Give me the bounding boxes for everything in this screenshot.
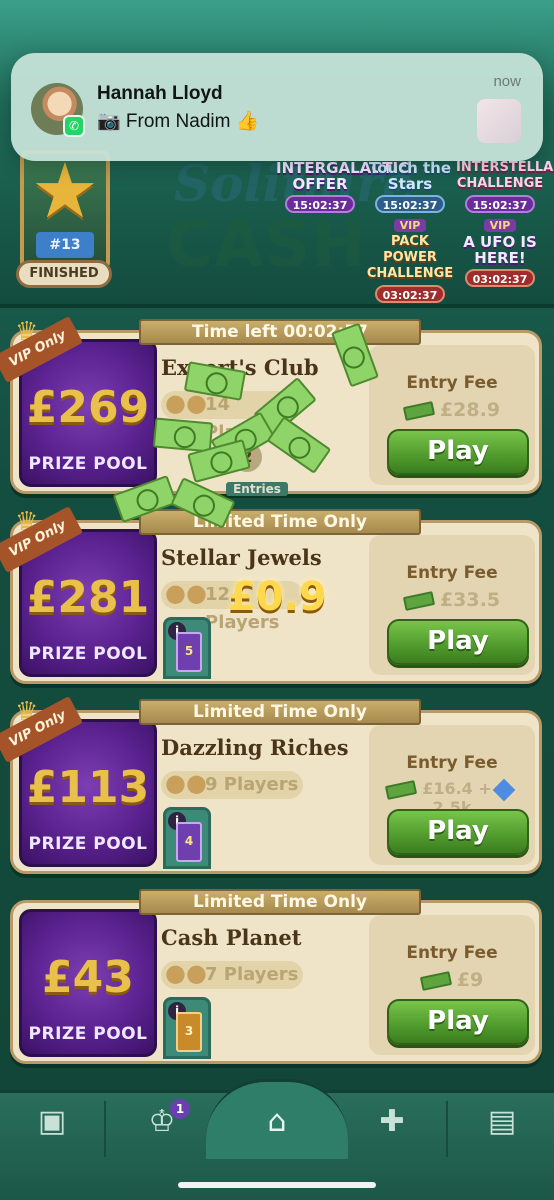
shop-icon: ▣ [37,1104,67,1139]
tournament-card-cash-planet[interactable]: £43 PRIZE POOL Limited Time Only Cash Pl… [10,889,542,1064]
nav-trophy[interactable]: ♔ 1 [110,1099,214,1157]
ticket-info-badge[interactable]: i 5 [163,617,211,679]
event-timer: 03:02:37 [375,285,445,303]
prize-pool-label: PRIZE POOL [28,644,148,664]
prize-pool-label: PRIZE POOL [28,1024,148,1044]
earned-amount: £0.9 [228,574,327,620]
vip-tag: VIP [393,219,427,232]
star-icon: ★ [30,146,100,235]
entry-fee-amount: £33.5 [439,589,501,611]
event-timer: 15:02:37 [285,195,355,213]
play-button[interactable]: Play [387,999,529,1045]
entry-fee-amount: £16.4 + [422,779,492,798]
tournament-name: Cash Planet [161,925,302,950]
players-count: ●● 9 Players [161,769,303,799]
prize-amount: £113 [26,762,150,813]
event-title: A UFO IS HERE! [463,233,537,267]
players-icon: ●● [165,769,207,797]
event-intergalactic-offer[interactable]: INTERGALACTIC OFFER 15:02:37 [276,159,410,224]
entry-fee-label: Entry Fee [406,563,498,583]
gem-icon [492,778,516,801]
ticket-info-badge[interactable]: i 4 [163,807,211,869]
tournament-status: FINISHED [16,260,112,288]
notification-sender: Hannah Lloyd [97,83,223,104]
cards-icon: ▤ [487,1104,517,1139]
prize-pool-panel: £43 PRIZE POOL [19,909,157,1057]
nav-gift[interactable]: ✚ [340,1099,444,1157]
entry-fee-value: £33.5 [369,589,535,611]
trophy-badge: 1 [170,1099,190,1119]
whatsapp-icon: ✆ [63,115,85,137]
notification-thumbnail [477,99,521,143]
cash-note-icon [152,417,214,453]
home-indicator[interactable] [178,1182,376,1188]
notification-banner[interactable]: ✆ Hannah Lloyd 📷 From Nadim 👍 now [11,53,543,161]
section-divider [0,304,554,308]
nav-separator [446,1101,448,1157]
event-title: INTERGALACTIC OFFER [276,159,410,193]
event-timer: 15:02:37 [375,195,445,213]
entry-fee-box: Entry Fee £33.5 Play [369,535,535,675]
play-button[interactable]: Play [387,429,529,475]
players-text: 9 Players [205,774,299,795]
notification-time: now [493,73,521,90]
entry-fee-amount: £28.9 [439,399,501,421]
cash-icon [402,590,436,611]
prize-amount: £269 [26,382,150,433]
notification-message: 📷 From Nadim 👍 [97,111,260,132]
tournament-rank: #13 [36,232,94,258]
entry-fee-box: Entry Fee £16.4 +2.5k Play [369,725,535,865]
nav-home[interactable]: ⌂ [225,1099,329,1157]
ticket-star-icon: 5 [176,632,202,672]
players-count: ●● 7 Players [161,959,303,989]
tournament-card-dazzling-riches[interactable]: £113 PRIZE POOL ♛ VIP Only Limited Time … [0,696,542,874]
event-title: INTERSTELLAR CHALLENGE [456,160,554,191]
nav-cards[interactable]: ▤ [450,1099,554,1157]
entries-label: Entries [226,482,288,496]
prize-pool-label: PRIZE POOL [28,454,148,474]
event-ufo-is-here[interactable]: VIP A UFO IS HERE! 03:02:37 [456,214,544,287]
event-timer: 15:02:37 [465,195,535,213]
tournament-badge[interactable]: ★ #13 FINISHED [14,150,116,290]
tournament-name: Dazzling Riches [161,735,349,760]
entry-fee-value: £9 [369,969,535,991]
vip-tag: VIP [483,219,517,232]
players-icon: ●● [165,579,207,607]
card-banner: Limited Time Only [139,509,421,535]
entry-fee-box: Entry Fee £28.9 Play [369,345,535,485]
card-banner: Limited Time Only [139,889,421,915]
ticket-star-icon: 4 [176,822,202,862]
prize-pool-label: PRIZE POOL [28,834,148,854]
entry-fee-label: Entry Fee [406,753,498,773]
gift-icon: ✚ [379,1104,405,1139]
cash-icon [402,400,436,421]
cash-icon [419,970,452,991]
play-button[interactable]: Play [387,619,529,665]
event-title: PACK POWER CHALLENGE [366,234,454,281]
event-title: Touch the Stars [368,159,452,193]
event-pack-power-challenge[interactable]: VIP PACK POWER CHALLENGE 03:02:37 [366,214,454,303]
prize-amount: £43 [42,952,134,1003]
play-button[interactable]: Play [387,809,529,855]
entry-fee-box: Entry Fee £9 Play [369,915,535,1055]
card-banner: Limited Time Only [139,699,421,725]
ticket-star-icon: 3 [176,1012,202,1052]
entry-fee-label: Entry Fee [406,373,498,393]
cash-icon [385,779,418,800]
event-timer: 03:02:37 [465,269,535,287]
trophy-icon: ♔ [148,1104,176,1139]
players-text: 7 Players [205,964,299,985]
home-icon: ⌂ [267,1104,287,1139]
entry-fee-label: Entry Fee [406,943,498,963]
event-tiles: INTERGALACTIC OFFER 15:02:37 Touch the S… [276,152,554,303]
ticket-info-badge[interactable]: i 3 [163,997,211,1059]
prize-amount: £281 [26,572,150,623]
tournament-name: Stellar Jewels [161,545,322,570]
nav-separator [104,1101,106,1157]
entry-fee-amount: £9 [456,969,484,991]
card-banner: Time left 00:02:57 [139,319,421,345]
players-icon: ●● [165,959,207,987]
nav-shop[interactable]: ▣ [0,1099,104,1157]
entry-fee-value: £28.9 [369,399,535,421]
